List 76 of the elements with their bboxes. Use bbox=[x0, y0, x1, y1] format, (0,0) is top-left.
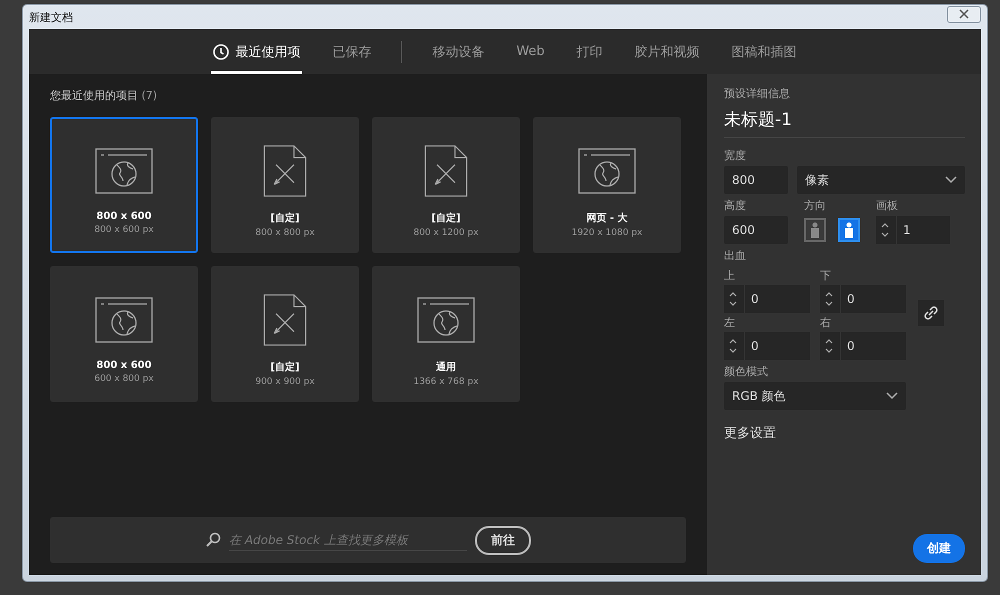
bleed-field[interactable]: 0 bbox=[820, 285, 906, 313]
preset-tile[interactable]: 通用 1366 x 768 px bbox=[372, 266, 520, 402]
close-button[interactable] bbox=[947, 6, 981, 22]
stepper-icon bbox=[728, 290, 738, 308]
stepper-icon bbox=[880, 221, 890, 239]
bleed-field[interactable]: 0 bbox=[724, 285, 810, 313]
landscape-button[interactable] bbox=[838, 218, 860, 242]
chevron-down-icon bbox=[945, 176, 957, 184]
person-icon bbox=[809, 222, 821, 238]
field-label: 出血 bbox=[724, 248, 747, 263]
preset-name: 800 x 600 bbox=[96, 211, 152, 222]
create-button[interactable]: 创建 bbox=[913, 534, 965, 563]
field-label: 画板 bbox=[876, 198, 899, 213]
height-field[interactable]: 600 bbox=[724, 216, 788, 244]
preset-name: [自定] bbox=[270, 211, 300, 225]
chevron-down-icon bbox=[886, 392, 898, 400]
more-settings-link[interactable]: 更多设置 bbox=[724, 424, 965, 442]
preset-name: [自定] bbox=[431, 211, 461, 225]
search-icon bbox=[205, 532, 221, 548]
tab[interactable]: 胶片和视频 bbox=[632, 29, 702, 74]
preset-tile[interactable]: 800 x 600 800 x 600 px bbox=[50, 117, 198, 253]
section-heading: 您最近使用的项目 bbox=[50, 89, 138, 102]
artboard-field[interactable]: 1 bbox=[876, 216, 950, 244]
link-button[interactable] bbox=[918, 300, 944, 326]
window-title: 新建文档 bbox=[29, 10, 73, 24]
preset-size: 800 x 600 px bbox=[94, 225, 154, 235]
field-label: 高度 bbox=[724, 198, 747, 213]
field-label: 右 bbox=[820, 315, 832, 330]
details-heading: 预设详细信息 bbox=[724, 86, 791, 101]
preset-size: 1366 x 768 px bbox=[413, 377, 479, 387]
stepper-icon bbox=[728, 337, 738, 355]
preset-tile[interactable]: [自定] 800 x 1200 px bbox=[372, 117, 520, 253]
person-icon bbox=[843, 222, 855, 238]
stepper-icon bbox=[824, 290, 834, 308]
preset-name: 网页 - 大 bbox=[586, 212, 628, 225]
preset-tile[interactable]: [自定] 800 x 800 px bbox=[211, 117, 359, 253]
document-pencil-ruler-icon bbox=[261, 294, 309, 346]
portrait-button[interactable] bbox=[804, 218, 826, 242]
tab[interactable]: 图稿和插图 bbox=[730, 29, 799, 74]
preset-tile[interactable]: 网页 - 大 1920 x 1080 px bbox=[533, 117, 681, 253]
tab[interactable]: 移动设备 bbox=[430, 29, 486, 74]
document-name-field[interactable]: 未标题-1 bbox=[724, 104, 965, 138]
close-icon bbox=[958, 9, 970, 19]
clock-icon bbox=[213, 44, 230, 60]
bleed-field[interactable]: 0 bbox=[724, 332, 810, 360]
document-pencil-ruler-icon bbox=[422, 145, 470, 197]
field-label: 宽度 bbox=[724, 148, 747, 163]
stock-search-field[interactable]: 在 Adobe Stock 上查找更多模板 bbox=[229, 530, 467, 550]
item-count: (7) bbox=[142, 89, 158, 102]
unit-dropdown[interactable]: 像素 bbox=[797, 166, 965, 194]
tab[interactable]: 打印 bbox=[574, 29, 605, 74]
field-label: 颜色模式 bbox=[724, 364, 769, 379]
field-label: 下 bbox=[820, 268, 832, 283]
preset-name: [自定] bbox=[270, 360, 300, 374]
width-field[interactable]: 800 bbox=[724, 166, 788, 194]
preset-size: 600 x 800 px bbox=[94, 374, 154, 384]
chain-link-icon bbox=[924, 306, 938, 320]
preset-tile[interactable]: [自定] 900 x 900 px bbox=[211, 266, 359, 402]
preset-size: 800 x 1200 px bbox=[413, 228, 479, 238]
preset-size: 1920 x 1080 px bbox=[572, 228, 642, 238]
stepper-icon bbox=[824, 337, 834, 355]
document-pencil-ruler-icon bbox=[261, 145, 309, 197]
field-label: 上 bbox=[724, 268, 736, 283]
preset-name: 800 x 600 bbox=[96, 360, 152, 371]
tab[interactable]: 已保存 bbox=[330, 29, 374, 74]
preset-name: 通用 bbox=[436, 360, 456, 374]
field-label: 方向 bbox=[804, 198, 827, 213]
tab[interactable]: Web bbox=[514, 29, 547, 74]
tab[interactable]: 最近使用项 bbox=[211, 29, 302, 74]
color-mode-dropdown[interactable]: RGB 颜色 bbox=[724, 382, 906, 410]
go-button[interactable]: 前往 bbox=[475, 526, 531, 554]
bleed-field[interactable]: 0 bbox=[820, 332, 906, 360]
preset-tile[interactable]: 800 x 600 600 x 800 px bbox=[50, 266, 198, 402]
preset-size: 900 x 900 px bbox=[255, 377, 315, 387]
preset-size: 800 x 800 px bbox=[255, 228, 315, 238]
field-label: 左 bbox=[724, 315, 736, 330]
